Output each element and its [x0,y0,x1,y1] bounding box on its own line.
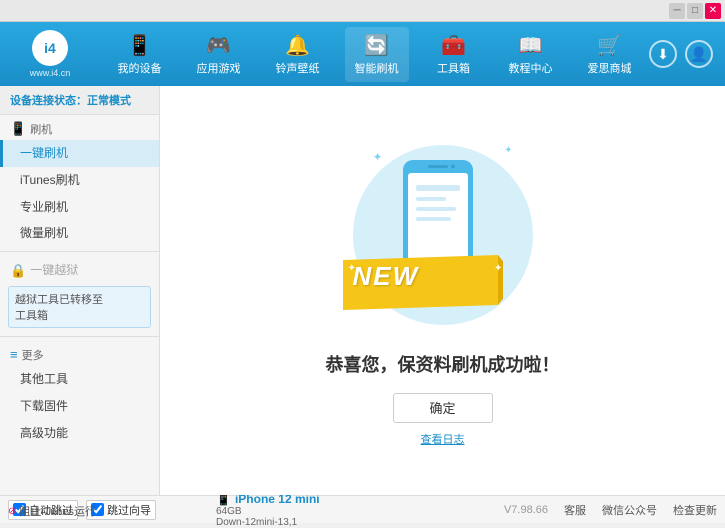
sparkle-1: ✦ [373,150,383,164]
sidebar-item-pro-flash[interactable]: 专业刷机 [0,194,159,221]
device-info: 📱 iPhone 12 mini 64GB Down-12mini-13,1 [216,492,320,528]
status-label: 设备连接状态： [10,95,87,107]
flash-section-label: 刷机 [30,121,52,137]
sidebar-item-advanced[interactable]: 高级功能 [0,420,159,447]
nav-item-my-device[interactable]: 📱 我的设备 [108,27,172,82]
nav-item-tutorial[interactable]: 📖 教程中心 [499,27,563,82]
sidebar-item-download-firmware[interactable]: 下载固件 [0,393,159,420]
jailbreak-section-icon: 🔒 [10,263,26,279]
status-value: 正常模式 [87,95,131,107]
jailbreak-info-box: 越狱工具已转移至工具箱 [8,286,151,328]
content-area: ✦ ✦ ✦ [160,86,725,495]
logo-area: i4 www.i4.cn [0,30,100,78]
bottom-middle: 📱 iPhone 12 mini 64GB Down-12mini-13,1 [208,492,504,528]
sidebar-item-one-key-flash[interactable]: 一键刷机 [0,140,159,167]
device-firmware: Down-12mini-13,1 [216,517,320,528]
pro-flash-label: 专业刷机 [20,200,68,214]
divider-2 [0,336,159,337]
nav-label-app-games: 应用游戏 [197,60,241,76]
skip-wizard-label: 跳过向导 [107,502,151,518]
nav-bar: 📱 我的设备 🎮 应用游戏 🔔 铃声壁纸 🔄 智能刷机 🧰 工具箱 📖 教程中心… [100,27,649,82]
check-update-link[interactable]: 检查更新 [673,502,717,518]
nav-label-ringtone: 铃声壁纸 [276,60,320,76]
nav-item-app-games[interactable]: 🎮 应用游戏 [187,27,251,82]
illustration: ✦ ✦ ✦ [343,135,543,335]
one-key-flash-label: 一键刷机 [20,146,68,160]
device-storage: 64GB [216,506,320,517]
itunes-flash-label: iTunes刷机 [20,173,80,187]
itunes-stop-icon: ⊘ [8,506,16,517]
sidebar-section-jailbreak: 🔒 一键越狱 [0,256,159,282]
ribbon-area: NEW ✦ ✦ [343,255,533,315]
bottom-bar: 自动跳过 跳过向导 📱 iPhone 12 mini 64GB Down-12m… [0,495,725,523]
save-flash-label: 微量刷机 [20,226,68,240]
store-icon: 🛒 [597,33,622,58]
logo-icon: i4 [32,30,68,66]
wechat-link[interactable]: 微信公众号 [602,502,657,518]
version-text: V7.98.66 [504,504,548,516]
sidebar-item-other-tools[interactable]: 其他工具 [0,366,159,393]
sidebar-section-flash: 📱 刷机 [0,115,159,140]
download-button[interactable]: ⬇ [649,40,677,68]
new-badge-text: NEW [353,261,420,292]
more-section-label: 更多 [22,347,44,363]
sidebar: 设备连接状态：正常模式 📱 刷机 一键刷机 iTunes刷机 专业刷机 微量刷机… [0,86,160,495]
star-right: ✦ [494,263,502,274]
main-area: 设备连接状态：正常模式 📱 刷机 一键刷机 iTunes刷机 专业刷机 微量刷机… [0,86,725,495]
flash-section-icon: 📱 [10,121,26,137]
show-log-link[interactable]: 查看日志 [421,431,465,447]
sidebar-item-itunes-flash[interactable]: iTunes刷机 [0,167,159,194]
nav-item-toolbox[interactable]: 🧰 工具箱 [424,27,484,82]
header-right: ⬇ 👤 [649,40,725,68]
app-games-icon: 🎮 [206,33,231,58]
divider-1 [0,251,159,252]
header: i4 www.i4.cn 📱 我的设备 🎮 应用游戏 🔔 铃声壁纸 🔄 智能刷机… [0,22,725,86]
my-device-icon: 📱 [127,33,152,58]
toolbox-icon: 🧰 [441,33,466,58]
smart-flash-icon: 🔄 [364,33,389,58]
maximize-button[interactable]: □ [687,3,703,19]
itunes-status-text: 阻止iTunes运行 [19,503,96,519]
star-left: ✦ [348,263,356,274]
other-tools-label: 其他工具 [20,372,68,386]
tutorial-icon: 📖 [518,33,543,58]
customer-service-link[interactable]: 客服 [564,502,586,518]
logo-text: i4 [44,40,56,56]
sidebar-section-more: ≡ 更多 [0,341,159,366]
confirm-button[interactable]: 确定 [393,393,493,423]
nav-label-smart-flash: 智能刷机 [355,60,399,76]
nav-label-store: 爱思商城 [588,60,632,76]
close-button[interactable]: ✕ [705,3,721,19]
download-firmware-label: 下载固件 [20,399,68,413]
ringtone-icon: 🔔 [285,33,310,58]
nav-item-smart-flash[interactable]: 🔄 智能刷机 [345,27,409,82]
title-bar: ─ □ ✕ [0,0,725,22]
more-section-icon: ≡ [10,347,18,362]
logo-url: www.i4.cn [30,68,71,78]
jailbreak-label: 一键越狱 [30,262,78,279]
minimize-button[interactable]: ─ [669,3,685,19]
jailbreak-info-text: 越狱工具已转移至工具箱 [15,294,103,322]
advanced-label: 高级功能 [20,426,68,440]
itunes-status: ⊘ 阻止iTunes运行 [8,503,96,519]
nav-label-tutorial: 教程中心 [509,60,553,76]
user-button[interactable]: 👤 [685,40,713,68]
sidebar-item-save-flash[interactable]: 微量刷机 [0,220,159,247]
bottom-right: V7.98.66 客服 微信公众号 检查更新 [504,502,717,518]
nav-label-toolbox: 工具箱 [437,60,470,76]
status-bar: 设备连接状态：正常模式 [0,86,159,115]
skip-wizard-checkbox[interactable]: 跳过向导 [86,500,156,520]
success-message: 恭喜您，保资料刷机成功啦！ [326,351,560,377]
nav-item-store[interactable]: 🛒 爱思商城 [578,27,642,82]
sparkle-2: ✦ [504,145,512,156]
nav-item-ringtone[interactable]: 🔔 铃声壁纸 [266,27,330,82]
nav-label-my-device: 我的设备 [118,60,162,76]
